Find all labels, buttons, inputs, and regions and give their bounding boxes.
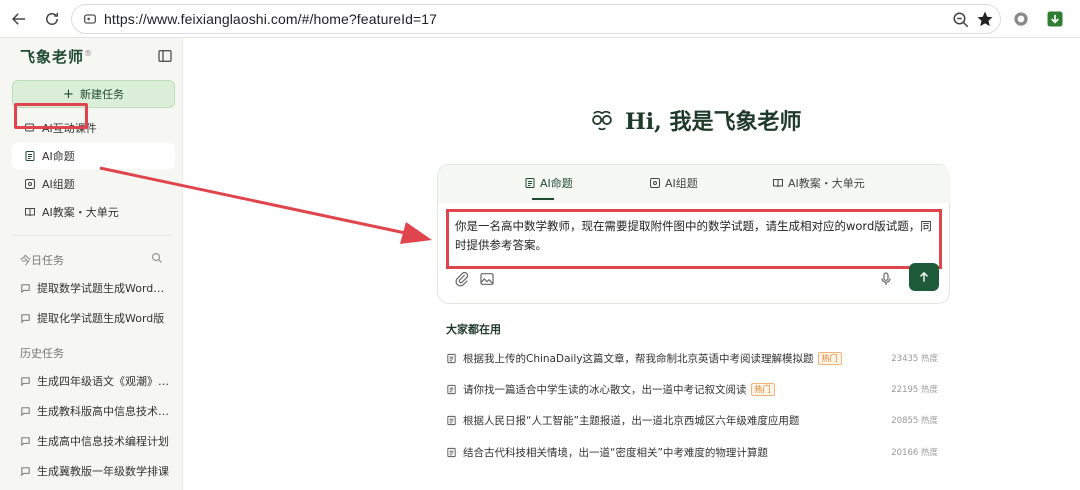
reload-icon[interactable] xyxy=(42,9,62,29)
star-icon[interactable] xyxy=(976,10,994,28)
zoom-icon[interactable] xyxy=(952,11,970,29)
feature-tabs: AI命题 AI组题 AI教案・大单元 xyxy=(438,165,951,203)
chat-icon xyxy=(21,313,30,323)
highlight-box-sidebar xyxy=(14,103,88,129)
chat-icon xyxy=(21,466,30,476)
popular-item[interactable]: 根据我上传的ChinaDaily这篇文章，帮我命制北京英语中考阅读理解模拟题 热… xyxy=(446,350,938,366)
url-text[interactable]: https://www.feixianglaoshi.com/#/home?fe… xyxy=(104,11,437,27)
history-task-item[interactable]: 生成冀教版一年级数学排课 xyxy=(20,463,175,479)
history-tasks-title: 历史任务 xyxy=(20,347,64,360)
book-icon xyxy=(773,179,783,188)
today-task-item[interactable]: 提取数学试题生成Word版试题 xyxy=(20,280,175,296)
hero: Hi, 我是飞象老师 xyxy=(589,104,801,136)
send-button[interactable] xyxy=(909,263,939,291)
main-content: Hi, 我是飞象老师 AI命题 AI组题 AI教案・大单元 你是一名高中数学教师… xyxy=(184,38,1080,490)
sidebar-item-ai-lesson-plan[interactable]: AI教案・大单元 xyxy=(12,199,175,225)
tab-ai-lesson-plan[interactable]: AI教案・大单元 xyxy=(772,175,865,191)
chat-icon xyxy=(21,406,30,416)
chat-icon xyxy=(21,283,30,293)
heat-count: 22195 热度 xyxy=(891,385,938,395)
question-icon xyxy=(525,178,535,188)
sidebar-divider xyxy=(12,235,172,236)
extension-icon[interactable] xyxy=(1045,9,1065,29)
image-icon[interactable] xyxy=(479,271,495,287)
sidebar-item-ai-question[interactable]: AI命题 xyxy=(12,143,175,169)
chat-icon xyxy=(21,436,30,446)
sidebar-item-ai-group[interactable]: AI组题 xyxy=(12,171,175,197)
question-icon xyxy=(447,415,456,425)
question-icon xyxy=(25,151,35,161)
group-icon xyxy=(650,178,660,188)
history-task-item[interactable]: 生成四年级语文《观潮》课件 xyxy=(20,373,175,389)
plus-icon: + xyxy=(63,86,74,102)
history-task-item[interactable]: 生成教科版高中信息技术课件 xyxy=(20,403,175,419)
browser-toolbar: https://www.feixianglaoshi.com/#/home?fe… xyxy=(0,0,1080,38)
site-info-icon[interactable] xyxy=(82,11,98,27)
chat-icon xyxy=(21,376,30,386)
paperclip-icon[interactable] xyxy=(454,271,470,287)
heat-count: 20166 热度 xyxy=(891,448,938,458)
extension-icon[interactable] xyxy=(1011,9,1031,29)
microphone-icon[interactable] xyxy=(878,271,894,287)
book-icon xyxy=(25,208,35,217)
history-task-item[interactable]: 生成高中信息技术编程计划 xyxy=(20,433,175,449)
tab-ai-question[interactable]: AI命题 xyxy=(524,175,573,191)
question-icon xyxy=(447,447,456,457)
hot-badge: 热门 xyxy=(750,382,775,396)
hot-badge: 热门 xyxy=(817,351,842,365)
group-icon xyxy=(25,179,35,189)
prompt-input[interactable]: 你是一名高中数学教师，现在需要提取附件图中的数学试题，请生成相对应的word版试… xyxy=(446,209,942,269)
tab-ai-group[interactable]: AI组题 xyxy=(649,175,698,191)
active-tab-indicator xyxy=(532,198,554,200)
today-tasks-title: 今日任务 xyxy=(20,254,64,267)
sidebar-collapse-icon[interactable] xyxy=(157,48,173,64)
address-bar[interactable]: https://www.feixianglaoshi.com/#/home?fe… xyxy=(71,4,1001,34)
question-icon xyxy=(447,384,456,394)
popular-title: 大家都在用 xyxy=(446,323,501,336)
popular-item[interactable]: 结合古代科技相关情境，出一道“密度相关”中考难度的物理计算题 20166 热度 xyxy=(446,444,938,460)
heat-count: 20855 热度 xyxy=(891,416,938,426)
heat-count: 23435 热度 xyxy=(891,354,938,364)
send-arrow-icon xyxy=(920,271,928,282)
hero-title: Hi, 我是飞象老师 xyxy=(625,109,802,135)
popular-item[interactable]: 根据人民日报“人工智能”主题报道，出一道北京西城区六年级难度应用题 20855 … xyxy=(446,412,938,428)
search-icon[interactable] xyxy=(151,252,163,264)
popular-item[interactable]: 请你找一篇适合中学生读的冰心散文，出一道中考记叙文阅读 热门 22195 热度 xyxy=(446,381,938,397)
today-task-item[interactable]: 提取化学试题生成Word版 xyxy=(20,310,175,326)
back-arrow-icon[interactable] xyxy=(9,9,29,29)
question-icon xyxy=(447,353,456,363)
brand-logo[interactable]: 飞象老师® xyxy=(20,46,93,67)
mascot-icon xyxy=(592,110,612,131)
composer-panel: AI命题 AI组题 AI教案・大单元 你是一名高中数学教师，现在需要提取附件图中… xyxy=(437,164,951,304)
